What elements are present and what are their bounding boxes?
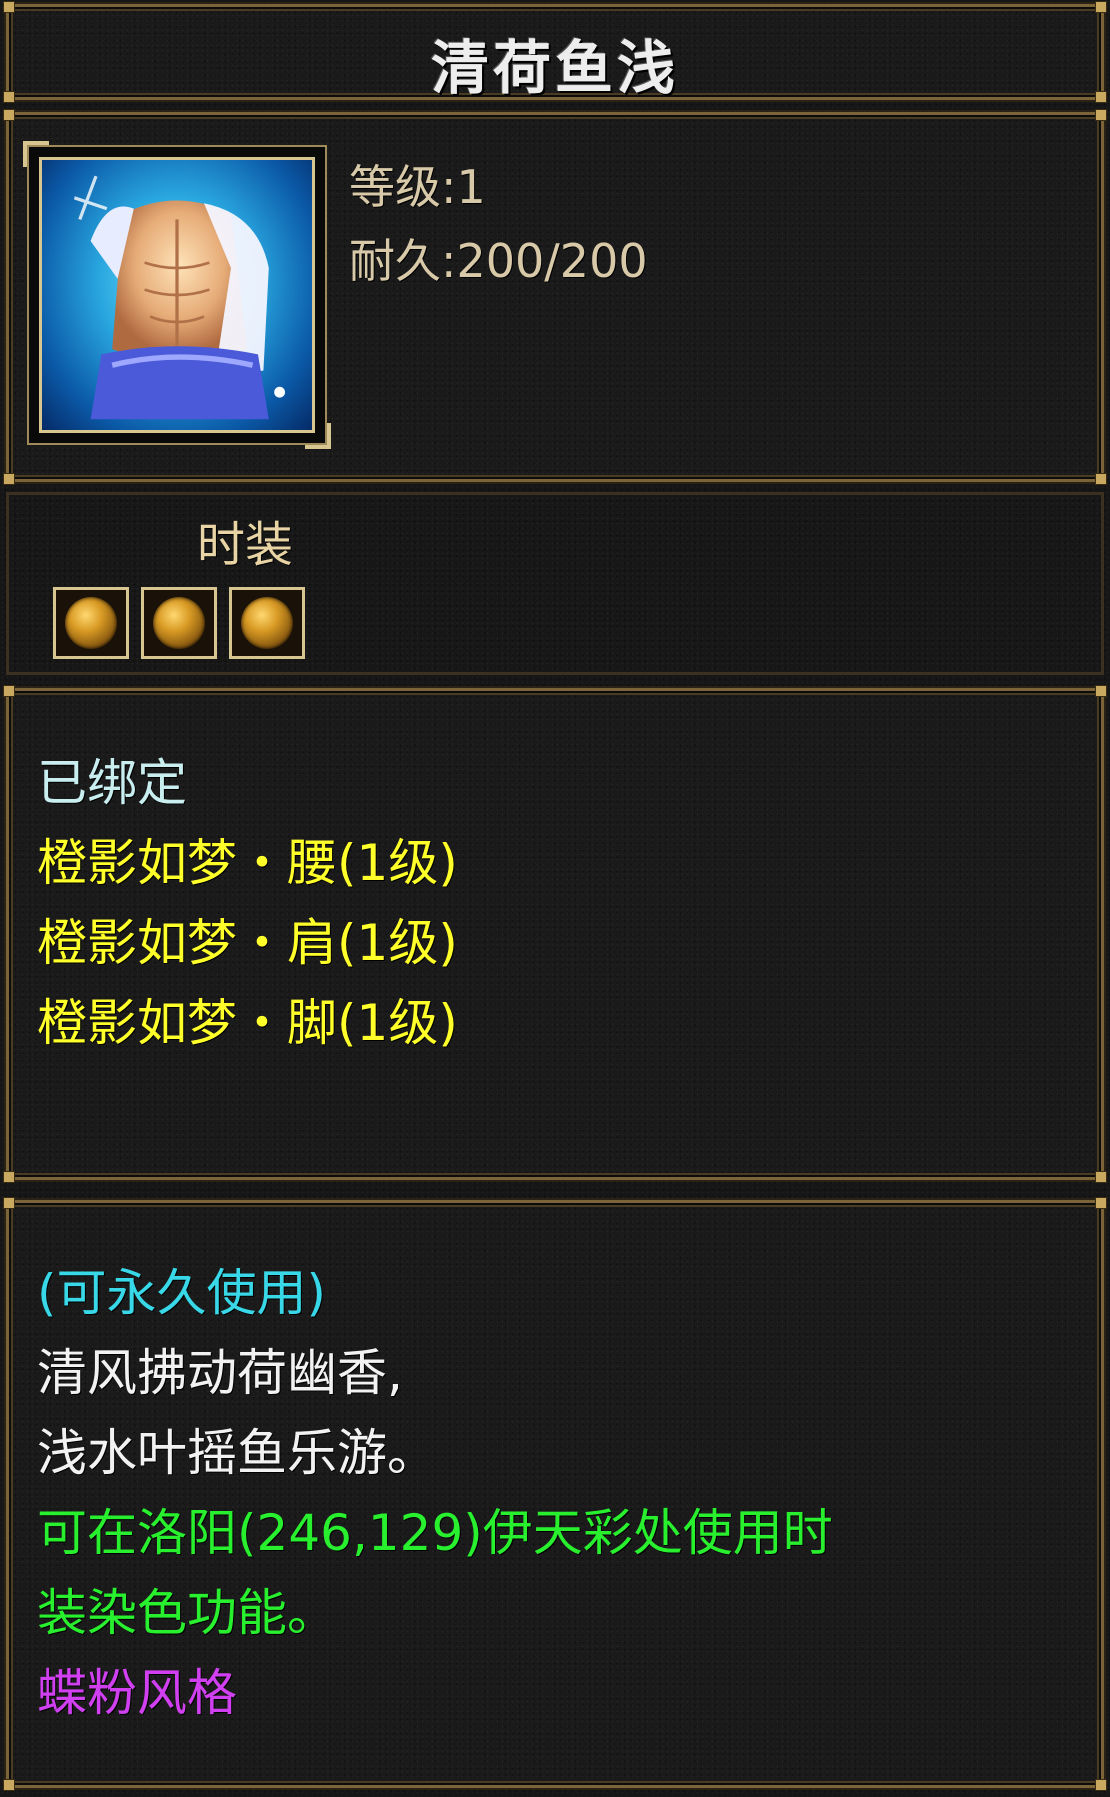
- item-level: 等级:1: [349, 160, 486, 214]
- frame-corner: [1095, 1, 1107, 13]
- set-item-feet: 橙影如梦・脚(1级): [37, 994, 458, 1052]
- item-info-panel: 等级:1 耐久:200/200: [3, 109, 1107, 485]
- frame-corner: [1095, 473, 1107, 485]
- item-type: 时装: [197, 517, 294, 573]
- socket-gem-icon: [141, 587, 217, 659]
- item-durability: 耐久:200/200: [349, 234, 648, 288]
- usage-duration: (可永久使用): [37, 1264, 327, 1322]
- frame-corner: [3, 1779, 15, 1791]
- gem: [65, 597, 117, 649]
- dye-hint-line-1: 可在洛阳(246,129)伊天彩处使用时: [37, 1504, 833, 1562]
- fashion-outfit-illustration: [73, 175, 285, 420]
- item-icon-frame: [23, 141, 331, 449]
- flavor-text-line-1: 清风拂动荷幽香,: [37, 1344, 403, 1402]
- dye-hint-line-2: 装染色功能。: [37, 1584, 337, 1642]
- set-item-shoulder: 橙影如梦・肩(1级): [37, 914, 458, 972]
- frame-corner: [3, 1171, 15, 1183]
- dye-style: 蝶粉风格: [37, 1664, 237, 1722]
- title-panel: 清荷鱼浅: [3, 1, 1107, 103]
- frame-corner: [3, 1197, 15, 1209]
- frame-corner: [1095, 109, 1107, 121]
- item-name: 清荷鱼浅: [430, 34, 679, 102]
- item-properties-panel: 已绑定 橙影如梦・腰(1级) 橙影如梦・肩(1级) 橙影如梦・脚(1级): [3, 685, 1107, 1183]
- gem: [153, 597, 205, 649]
- frame-corner: [3, 1, 15, 13]
- item-description-panel: (可永久使用) 清风拂动荷幽香, 浅水叶摇鱼乐游。 可在洛阳(246,129)伊…: [3, 1197, 1107, 1791]
- gem: [241, 597, 293, 649]
- socket-gem-icon: [53, 587, 129, 659]
- frame-corner: [3, 685, 15, 697]
- frame-corner: [3, 473, 15, 485]
- socket-row: [53, 587, 305, 659]
- socket-gem-icon: [229, 587, 305, 659]
- frame-corner: [1095, 1171, 1107, 1183]
- frame-corner: [1095, 1779, 1107, 1791]
- item-tooltip: 清荷鱼浅 等级:1 耐久:200/200 时装 已绑定 橙影如梦・腰(1级) 橙…: [0, 0, 1110, 1797]
- frame-corner: [3, 109, 15, 121]
- frame-corner: [1095, 1197, 1107, 1209]
- bound-status: 已绑定: [37, 754, 187, 812]
- set-item-waist: 橙影如梦・腰(1级): [37, 834, 458, 892]
- frame-corner: [1095, 685, 1107, 697]
- flavor-text-line-2: 浅水叶摇鱼乐游。: [37, 1424, 437, 1482]
- fashion-outfit-icon: [39, 157, 315, 433]
- item-type-panel: 时装: [6, 492, 1104, 675]
